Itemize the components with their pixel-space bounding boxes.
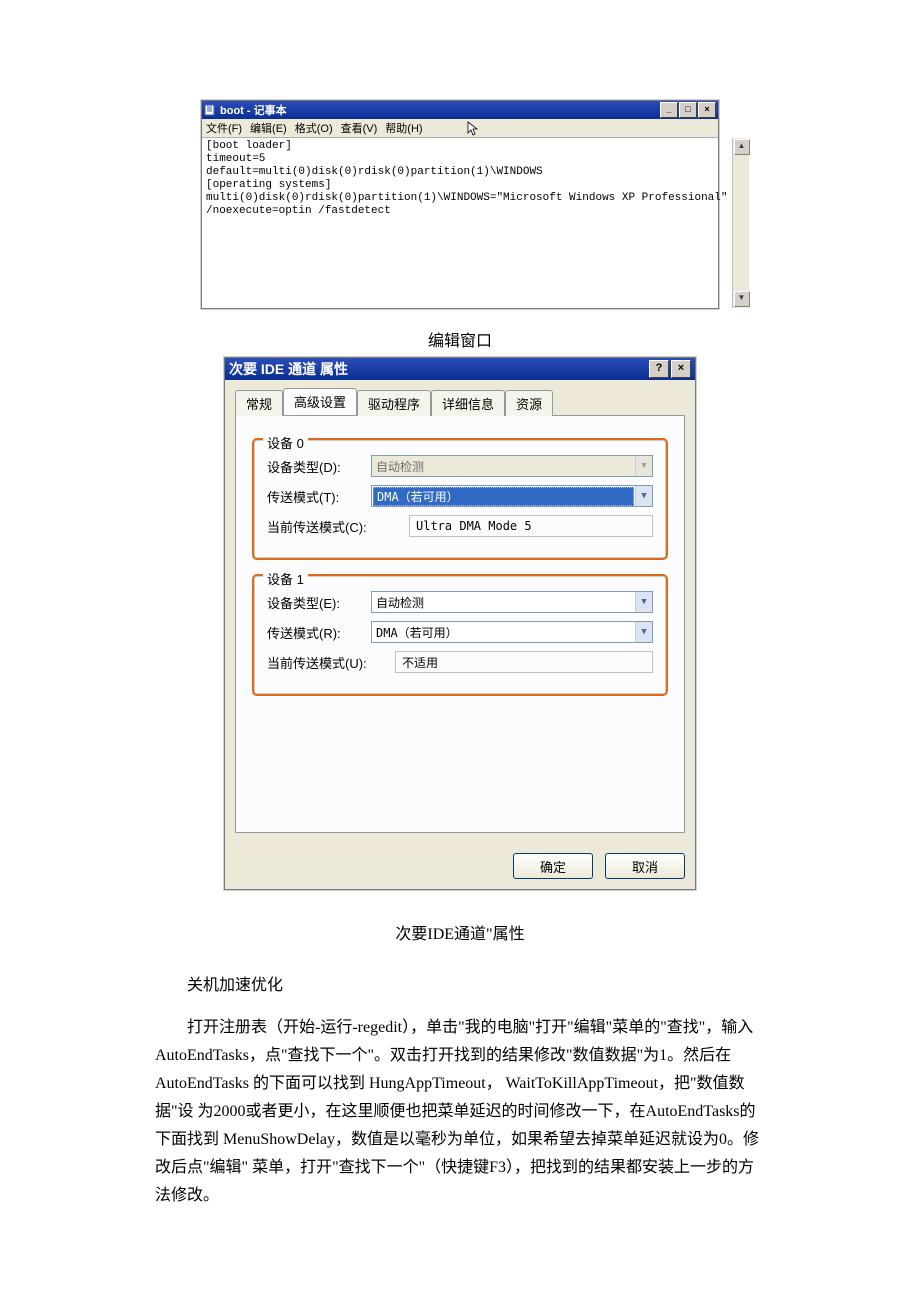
tab-driver[interactable]: 驱动程序 [357, 390, 431, 416]
notepad-title: boot - 记事本 [220, 102, 660, 118]
device0-type-value: 自动检测 [372, 458, 635, 475]
notepad-textarea[interactable]: [boot loader] timeout=5 default=multi(0)… [202, 138, 732, 308]
device0-type-label: 设备类型(D): [267, 457, 371, 476]
device-0-legend: 设备 0 [263, 433, 308, 452]
menu-format[interactable]: 格式(O) [295, 120, 333, 136]
chevron-down-icon: ▼ [635, 456, 652, 476]
help-button[interactable]: ? [649, 360, 669, 378]
chevron-down-icon[interactable]: ▼ [635, 592, 652, 612]
caption-notepad: 编辑窗口 [0, 327, 920, 351]
device1-type-label: 设备类型(E): [267, 593, 371, 612]
menu-help[interactable]: 帮助(H) [385, 120, 422, 136]
close-button[interactable]: × [671, 360, 691, 378]
menu-edit[interactable]: 编辑(E) [250, 120, 287, 136]
notepad-menubar: 文件(F) 编辑(E) 格式(O) 查看(V) 帮助(H) [202, 119, 718, 138]
properties-tabs: 常规 高级设置 驱动程序 详细信息 资源 [235, 388, 685, 416]
device0-current-value: Ultra DMA Mode 5 [409, 515, 653, 537]
ok-button[interactable]: 确定 [513, 853, 593, 879]
device-1-legend: 设备 1 [263, 569, 308, 588]
device0-type-combo: 自动检测 ▼ [371, 455, 653, 477]
device-0-group: 设备 0 设备类型(D): 自动检测 ▼ 传送模式(T): DMA（若可用） ▼ [254, 440, 666, 558]
device-1-group: 设备 1 设备类型(E): 自动检测 ▼ 传送模式(R): DMA（若可用） ▼ [254, 576, 666, 694]
device1-mode-combo[interactable]: DMA（若可用） ▼ [371, 621, 653, 643]
device0-mode-value: DMA（若可用） [373, 487, 634, 506]
tab-resources[interactable]: 资源 [505, 390, 553, 416]
notepad-icon [204, 104, 216, 116]
device1-mode-value: DMA（若可用） [372, 624, 635, 641]
device0-mode-combo[interactable]: DMA（若可用） ▼ [371, 485, 653, 507]
close-button[interactable]: × [698, 102, 716, 118]
advanced-settings-panel: 设备 0 设备类型(D): 自动检测 ▼ 传送模式(T): DMA（若可用） ▼ [235, 416, 685, 833]
notepad-titlebar[interactable]: boot - 记事本 _ □ × [202, 101, 718, 119]
scroll-down-icon[interactable]: ▼ [734, 291, 750, 307]
scroll-up-icon[interactable]: ▲ [734, 139, 750, 155]
article-text: 关机加速优化 打开注册表（开始-运行-regedit），单击"我的电脑"打开"编… [155, 972, 765, 1210]
tab-advanced[interactable]: 高级设置 [283, 388, 357, 415]
cancel-button[interactable]: 取消 [605, 853, 685, 879]
menu-file[interactable]: 文件(F) [206, 120, 242, 136]
menu-view[interactable]: 查看(V) [341, 120, 378, 136]
device1-current-value: 不适用 [395, 651, 653, 673]
tab-details[interactable]: 详细信息 [431, 390, 505, 416]
device1-current-label: 当前传送模式(U): [267, 653, 395, 672]
notepad-window: boot - 记事本 _ □ × 文件(F) 编辑(E) 格式(O) 查看(V)… [201, 100, 719, 309]
device0-mode-label: 传送模式(T): [267, 487, 371, 506]
properties-titlebar[interactable]: 次要 IDE 通道 属性 ? × [225, 358, 695, 380]
device1-type-combo[interactable]: 自动检测 ▼ [371, 591, 653, 613]
device1-mode-label: 传送模式(R): [267, 623, 371, 642]
chevron-down-icon[interactable]: ▼ [635, 622, 652, 642]
tab-general[interactable]: 常规 [235, 390, 283, 416]
minimize-button[interactable]: _ [660, 102, 678, 118]
article-body: 打开注册表（开始-运行-regedit），单击"我的电脑"打开"编辑"菜单的"查… [155, 1014, 765, 1210]
properties-dialog: 次要 IDE 通道 属性 ? × 常规 高级设置 驱动程序 详细信息 资源 设备… [224, 357, 696, 890]
device1-type-value: 自动检测 [372, 594, 635, 611]
device0-current-label: 当前传送模式(C): [267, 517, 395, 536]
caption-properties: 次要IDE通道"属性 [0, 920, 920, 944]
properties-title: 次要 IDE 通道 属性 [229, 359, 647, 379]
notepad-scrollbar[interactable]: ▲ ▼ [732, 138, 749, 308]
chevron-down-icon[interactable]: ▼ [635, 486, 652, 506]
article-heading: 关机加速优化 [155, 972, 765, 1000]
dialog-buttons: 确定 取消 [225, 843, 695, 889]
maximize-button[interactable]: □ [679, 102, 697, 118]
